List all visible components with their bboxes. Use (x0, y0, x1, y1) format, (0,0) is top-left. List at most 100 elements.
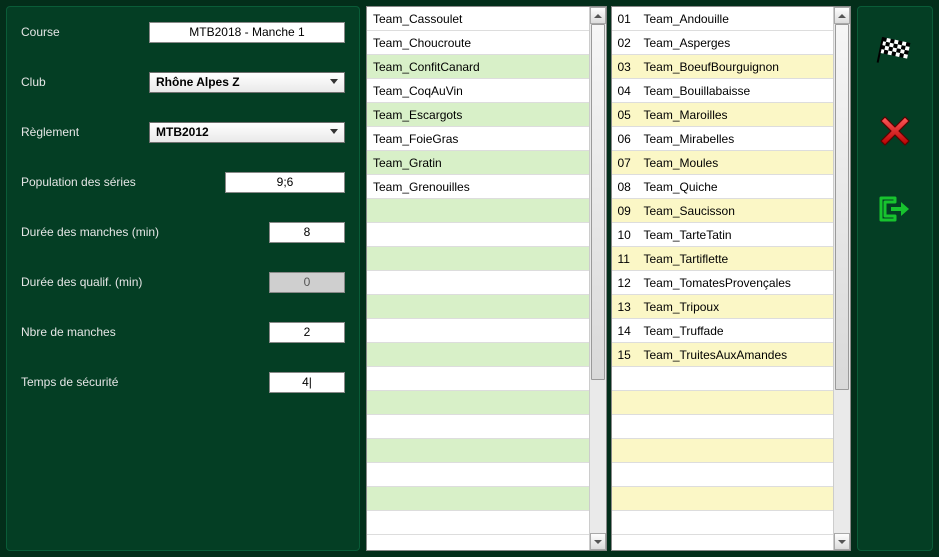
list-item[interactable]: Team_Escargots (367, 103, 589, 127)
club-select[interactable]: Rhône Alpes Z (149, 72, 345, 93)
course-input[interactable]: MTB2018 - Manche 1 (149, 22, 345, 43)
list-item[interactable]: Team_Cassoulet (367, 7, 589, 31)
population-label: Population des séries (21, 175, 221, 189)
reglement-select[interactable]: MTB2012 (149, 122, 345, 143)
list-item[interactable]: 11Team_Tartiflette (612, 247, 834, 271)
list-item[interactable] (367, 391, 589, 415)
list-item[interactable]: Team_Grenouilles (367, 175, 589, 199)
list-item[interactable]: 07Team_Moules (612, 151, 834, 175)
list-item[interactable]: 05Team_Maroilles (612, 103, 834, 127)
cancel-button[interactable] (873, 109, 917, 153)
list-item[interactable] (367, 487, 589, 511)
list-item[interactable]: 13Team_Tripoux (612, 295, 834, 319)
list-item-number: 08 (618, 175, 644, 198)
list-item-number: 03 (618, 55, 644, 78)
list-item-number: 06 (618, 127, 644, 150)
list-item[interactable]: 03Team_BoeufBourguignon (612, 55, 834, 79)
list-item[interactable]: Team_Choucroute (367, 31, 589, 55)
scrollbar-right[interactable] (833, 7, 850, 550)
list-item[interactable] (612, 511, 834, 535)
list-item[interactable]: 02Team_Asperges (612, 31, 834, 55)
list-item[interactable]: Team_CoqAuVin (367, 79, 589, 103)
reglement-row: Règlement MTB2012 (21, 121, 345, 143)
list-item[interactable] (612, 367, 834, 391)
scroll-down-icon[interactable] (590, 533, 606, 550)
scroll-down-icon[interactable] (834, 533, 850, 550)
list-item[interactable] (612, 391, 834, 415)
list-item-number (618, 439, 644, 462)
list-item[interactable] (612, 415, 834, 439)
checkered-flag-icon (875, 36, 915, 70)
list-item[interactable]: 12Team_TomatesProvençales (612, 271, 834, 295)
lists-area: Team_CassouletTeam_ChoucrouteTeam_Confit… (366, 6, 851, 551)
list-item[interactable] (367, 439, 589, 463)
finish-button[interactable] (873, 31, 917, 75)
ordered-teams-rows: 01Team_Andouille02Team_Asperges03Team_Bo… (612, 7, 834, 550)
list-item-label: Team_Saucisson (644, 199, 735, 222)
scrollbar-track[interactable] (590, 24, 606, 533)
club-select-value: Rhône Alpes Z (156, 75, 240, 89)
list-item-label: Team_FoieGras (373, 127, 458, 150)
list-item-label: Team_Gratin (373, 151, 442, 174)
club-label: Club (21, 75, 149, 89)
list-item[interactable] (612, 439, 834, 463)
nbre-manches-label: Nbre de manches (21, 325, 221, 339)
population-input[interactable]: 9;6 (225, 172, 345, 193)
list-item-number: 04 (618, 79, 644, 102)
ordered-teams-list[interactable]: 01Team_Andouille02Team_Asperges03Team_Bo… (611, 6, 852, 551)
list-item[interactable]: 14Team_Truffade (612, 319, 834, 343)
list-item[interactable] (367, 295, 589, 319)
list-item[interactable]: Team_FoieGras (367, 127, 589, 151)
list-item[interactable] (612, 487, 834, 511)
duree-manches-input[interactable]: 8 (269, 222, 345, 243)
list-item[interactable] (367, 343, 589, 367)
scroll-up-icon[interactable] (834, 7, 850, 24)
list-item[interactable] (367, 199, 589, 223)
list-item[interactable] (367, 271, 589, 295)
list-item[interactable] (612, 463, 834, 487)
available-teams-list[interactable]: Team_CassouletTeam_ChoucrouteTeam_Confit… (366, 6, 607, 551)
list-item-label: Team_Maroilles (644, 103, 728, 126)
list-item-label: Team_Asperges (644, 31, 731, 54)
exit-button[interactable] (873, 187, 917, 231)
scroll-up-icon[interactable] (590, 7, 606, 24)
list-item[interactable]: 01Team_Andouille (612, 7, 834, 31)
list-item[interactable]: 10Team_TarteTatin (612, 223, 834, 247)
list-item-label: Team_Moules (644, 151, 719, 174)
exit-icon (877, 194, 913, 224)
list-item-label: Team_Andouille (644, 7, 729, 30)
list-item-label: Team_Mirabelles (644, 127, 735, 150)
list-item[interactable] (367, 319, 589, 343)
list-item[interactable] (367, 367, 589, 391)
list-item-label: Team_CoqAuVin (373, 79, 463, 102)
list-item[interactable] (367, 415, 589, 439)
duree-qualif-label: Durée des qualif. (min) (21, 275, 221, 289)
nbre-manches-row: Nbre de manches 2 (21, 321, 345, 343)
list-item[interactable]: 08Team_Quiche (612, 175, 834, 199)
list-item[interactable]: 09Team_Saucisson (612, 199, 834, 223)
list-item-number: 10 (618, 223, 644, 246)
list-item[interactable]: 15Team_TruitesAuxAmandes (612, 343, 834, 367)
scrollbar-track[interactable] (834, 24, 850, 533)
list-item-number: 15 (618, 343, 644, 366)
list-item[interactable] (367, 463, 589, 487)
scrollbar-thumb[interactable] (591, 24, 605, 380)
scrollbar-thumb[interactable] (835, 24, 849, 390)
list-item-number (618, 415, 644, 438)
securite-input[interactable]: 4| (269, 372, 345, 393)
list-item[interactable]: 04Team_Bouillabaisse (612, 79, 834, 103)
list-item[interactable]: Team_Gratin (367, 151, 589, 175)
list-item[interactable] (367, 223, 589, 247)
available-teams-rows: Team_CassouletTeam_ChoucrouteTeam_Confit… (367, 7, 589, 550)
nbre-manches-input[interactable]: 2 (269, 322, 345, 343)
list-item[interactable]: 06Team_Mirabelles (612, 127, 834, 151)
course-label: Course (21, 25, 149, 39)
scrollbar-left[interactable] (589, 7, 606, 550)
list-item-label: Team_Quiche (644, 175, 718, 198)
list-item[interactable] (367, 247, 589, 271)
list-item-label: Team_Grenouilles (373, 175, 470, 198)
list-item[interactable] (367, 511, 589, 535)
duree-manches-row: Durée des manches (min) 8 (21, 221, 345, 243)
settings-panel: Course MTB2018 - Manche 1 Club Rhône Alp… (6, 6, 360, 551)
list-item[interactable]: Team_ConfitCanard (367, 55, 589, 79)
